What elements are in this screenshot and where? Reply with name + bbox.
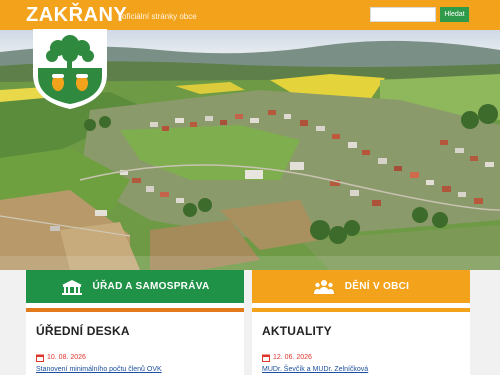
coat-of-arms-logo[interactable] (32, 28, 108, 110)
page: ZAKŘANY oficiální stránky obce Hledat ÚŘ… (0, 0, 500, 375)
people-icon (313, 279, 334, 294)
band-label: DĚNÍ V OBCI (344, 281, 410, 292)
site-tagline: oficiální stránky obce (122, 12, 197, 21)
top-header-bar: ZAKŘANY oficiální stránky obce Hledat (0, 0, 500, 30)
divider-stripe (26, 308, 244, 312)
band-deni-v-obci[interactable]: DĚNÍ V OBCI (252, 270, 470, 303)
section-title-aktuality[interactable]: AKTUALITY (262, 324, 332, 338)
card-urad-a-samosprava: ÚŘAD A SAMOSPRÁVA ÚŘEDNÍ DESKA 10. 08. 2… (26, 270, 244, 375)
calendar-icon (262, 354, 270, 362)
divider-stripe (252, 308, 470, 312)
notice-link[interactable]: Stanovení minimálního počtu členů OVK (36, 366, 162, 373)
card-deni-v-obci: DĚNÍ V OBCI AKTUALITY 12. 06. 2026 MUDr.… (252, 270, 470, 375)
band-label: ÚŘAD A SAMOSPRÁVA (92, 281, 210, 292)
section-title-uredni-deska[interactable]: ÚŘEDNÍ DESKA (36, 324, 130, 338)
news-date: 12. 06. 2026 (273, 354, 312, 361)
search-input[interactable] (370, 7, 436, 22)
news-link[interactable]: MUDr. Ševčík a MUDr. Zelníčková (262, 366, 368, 373)
site-brand[interactable]: ZAKŘANY (26, 4, 127, 27)
search-button[interactable]: Hledat (440, 7, 469, 22)
town-hall-icon (61, 279, 82, 295)
calendar-icon (36, 354, 44, 362)
band-urad-a-samosprava[interactable]: ÚŘAD A SAMOSPRÁVA (26, 270, 244, 303)
notice-date: 10. 08. 2026 (47, 354, 86, 361)
